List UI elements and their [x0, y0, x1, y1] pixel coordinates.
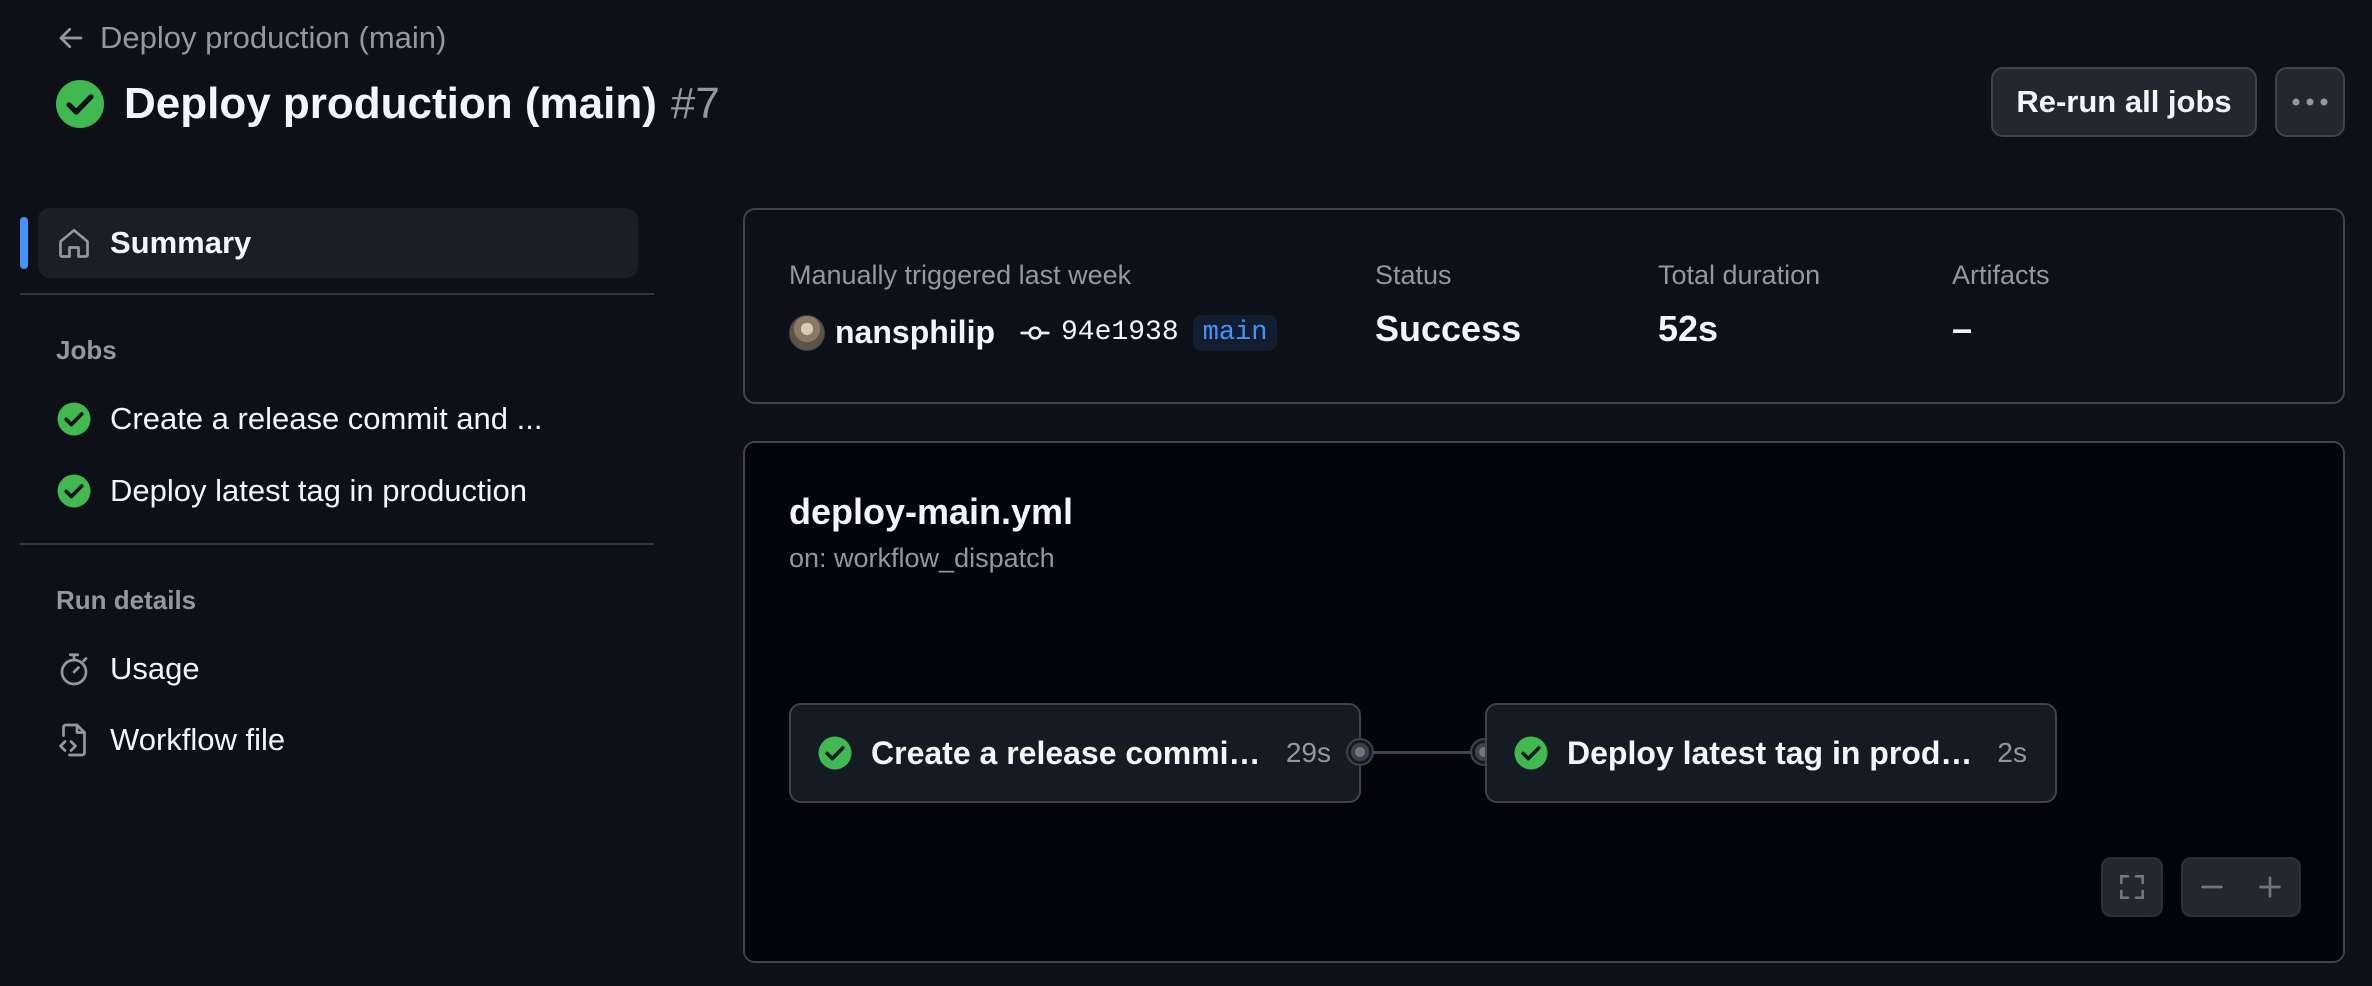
sidebar-item-label: Deploy latest tag in production [110, 473, 528, 508]
jobs-heading: Jobs [56, 335, 117, 365]
run-summary-card: Manually triggered last week nansphilip … [743, 208, 2345, 404]
run-details-heading: Run details [56, 585, 197, 615]
git-commit-icon [1020, 325, 1050, 340]
check-circle-fill-icon [1514, 736, 1548, 770]
sidebar-item-label: Usage [110, 651, 200, 686]
home-icon [59, 228, 89, 258]
check-circle-fill-icon [57, 474, 91, 508]
check-circle-fill-icon [57, 402, 91, 436]
workflow-file-name: deploy-main.yml [789, 491, 1074, 532]
workflow-graph-card: deploy-main.yml on: workflow_dispatch Cr… [743, 441, 2345, 963]
stopwatch-icon [60, 653, 88, 686]
sidebar-item-workflow-file[interactable]: Workflow file [38, 705, 638, 775]
job-node-deploy[interactable]: Deploy latest tag in production 2s [1485, 703, 2057, 803]
zoom-controls [2181, 857, 2301, 917]
artifacts-label: Artifacts [1952, 260, 2050, 290]
sidebar-item-job-deploy[interactable]: Deploy latest tag in production [38, 456, 638, 526]
trigger-label: Manually triggered last week [789, 260, 1132, 290]
more-options-button[interactable] [2275, 67, 2345, 137]
sidebar: Summary Jobs Create a release commit and… [0, 0, 660, 986]
zoom-out-icon[interactable] [2196, 871, 2228, 903]
fullscreen-icon [2120, 875, 2144, 899]
job-name: Create a release commit and tag [871, 734, 1268, 771]
check-circle-fill-icon [818, 736, 852, 770]
artifacts-value: – [1952, 308, 1973, 349]
duration-value: 52s [1658, 308, 1719, 349]
commit-sha-link[interactable]: 94e1938 [1061, 317, 1179, 348]
sidebar-item-summary[interactable]: Summary [38, 208, 638, 278]
run-number: #7 [670, 79, 720, 128]
job-name: Deploy latest tag in production [1567, 734, 1979, 771]
sidebar-item-label: Create a release commit and ... [110, 401, 543, 436]
job-duration: 2s [1997, 737, 2027, 768]
workflow-trigger: on: workflow_dispatch [789, 543, 1055, 573]
zoom-in-icon[interactable] [2254, 871, 2286, 903]
actor-link[interactable]: nansphilip [835, 314, 995, 351]
workflow-run-page: Deploy production (main) Deploy producti… [0, 0, 2372, 986]
active-indicator [20, 217, 28, 269]
job-node-release[interactable]: Create a release commit and tag 29s [789, 703, 1361, 803]
branch-tag[interactable]: main [1192, 314, 1278, 351]
duration-label: Total duration [1658, 260, 1821, 290]
sidebar-item-usage[interactable]: Usage [38, 634, 638, 704]
status-label: Status [1375, 260, 1452, 290]
trigger-details: nansphilip 94e1938 main [789, 314, 1278, 351]
kebab-horizontal-icon [2292, 98, 2328, 106]
divider [20, 543, 654, 545]
avatar[interactable] [789, 314, 825, 351]
sidebar-item-label: Workflow file [110, 722, 286, 757]
fullscreen-button[interactable] [2101, 857, 2163, 917]
divider [20, 293, 654, 295]
job-duration: 29s [1285, 737, 1331, 768]
output-port [1348, 740, 1372, 764]
sidebar-item-job-release[interactable]: Create a release commit and ... [38, 384, 638, 454]
sidebar-item-label: Summary [110, 225, 252, 260]
status-value: Success [1375, 308, 1522, 349]
rerun-all-jobs-button[interactable]: Re-run all jobs [1991, 67, 2257, 137]
file-code-icon [59, 723, 86, 757]
